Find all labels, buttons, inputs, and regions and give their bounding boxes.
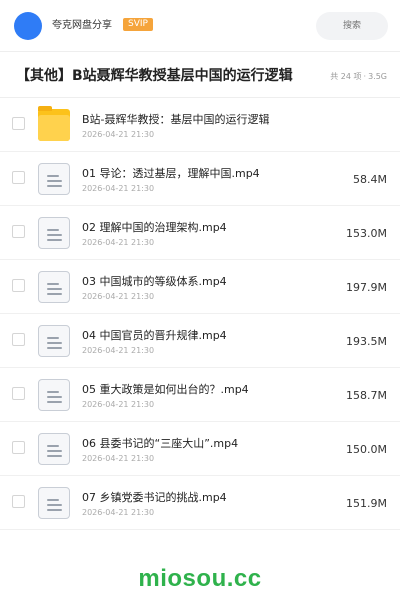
file-date: 2026-04-21 21:30 — [82, 292, 155, 301]
file-date: 2026-04-21 21:30 — [82, 238, 155, 247]
share-meta: 共 24 项 · 3.5G — [330, 71, 387, 83]
meta-separator: · — [363, 72, 367, 81]
file-date: 2026-04-21 21:30 — [82, 400, 155, 409]
list-item[interactable]: 07 乡镇党委书记的挑战.mp4 2026-04-21 21:30 151.9M — [0, 476, 400, 530]
row-checkbox[interactable] — [12, 171, 25, 184]
footer: miosou.cc — [0, 560, 400, 600]
list-item[interactable]: 04 中国官员的晋升规律.mp4 2026-04-21 21:30 193.5M — [0, 314, 400, 368]
file-date: 2026-04-21 21:30 — [82, 508, 155, 517]
document-icon — [38, 433, 70, 465]
file-name: 07 乡镇党委书记的挑战.mp4 — [82, 491, 227, 504]
item-count: 共 24 项 — [330, 72, 362, 81]
row-checkbox[interactable] — [12, 117, 25, 130]
list-item[interactable]: 02 理解中国的治理架构.mp4 2026-04-21 21:30 153.0M — [0, 206, 400, 260]
list-item[interactable]: 06 县委书记的“三座大山”.mp4 2026-04-21 21:30 150.… — [0, 422, 400, 476]
file-name: 03 中国城市的等级体系.mp4 — [82, 275, 227, 288]
total-size: 3.5G — [368, 72, 387, 81]
user-name[interactable]: 夸克网盘分享 — [52, 19, 112, 33]
file-date: 2026-04-21 21:30 — [82, 184, 155, 193]
avatar[interactable] — [14, 12, 42, 40]
row-checkbox[interactable] — [12, 225, 25, 238]
watermark: miosou.cc — [138, 565, 262, 592]
folder-icon — [38, 106, 70, 141]
document-icon — [38, 487, 70, 519]
file-name: 06 县委书记的“三座大山”.mp4 — [82, 437, 239, 450]
file-size: 150.0M — [346, 443, 387, 456]
file-name: B站-聂辉华教授：基层中国的运行逻辑 — [82, 113, 270, 126]
document-icon — [38, 217, 70, 249]
search-input[interactable] — [316, 12, 388, 40]
row-checkbox[interactable] — [12, 279, 25, 292]
file-size: 193.5M — [346, 335, 387, 348]
file-name: 01 导论：透过基层，理解中国.mp4 — [82, 167, 260, 180]
page-title: 【其他】B站聂辉华教授基层中国的运行逻辑 — [16, 68, 293, 84]
file-name: 02 理解中国的治理架构.mp4 — [82, 221, 227, 234]
share-title-bar: 【其他】B站聂辉华教授基层中国的运行逻辑 共 24 项 · 3.5G — [0, 58, 400, 98]
file-date: 2026-04-21 21:30 — [82, 346, 155, 355]
row-checkbox[interactable] — [12, 333, 25, 346]
document-icon — [38, 379, 70, 411]
app-header: 夸克网盘分享 SVIP — [0, 0, 400, 52]
file-size: 197.9M — [346, 281, 387, 294]
file-size: 151.9M — [346, 497, 387, 510]
file-date: 2026-04-21 21:30 — [82, 130, 155, 139]
document-icon — [38, 163, 70, 195]
row-checkbox[interactable] — [12, 441, 25, 454]
file-name: 04 中国官员的晋升规律.mp4 — [82, 329, 227, 342]
file-size: 58.4M — [353, 173, 387, 186]
file-size: 158.7M — [346, 389, 387, 402]
list-item[interactable]: 05 重大政策是如何出台的？.mp4 2026-04-21 21:30 158.… — [0, 368, 400, 422]
file-list: B站-聂辉华教授：基层中国的运行逻辑 2026-04-21 21:30 01 导… — [0, 98, 400, 530]
list-item[interactable]: B站-聂辉华教授：基层中国的运行逻辑 2026-04-21 21:30 — [0, 98, 400, 152]
file-name: 05 重大政策是如何出台的？.mp4 — [82, 383, 249, 396]
document-icon — [38, 271, 70, 303]
document-icon — [38, 325, 70, 357]
list-item[interactable]: 03 中国城市的等级体系.mp4 2026-04-21 21:30 197.9M — [0, 260, 400, 314]
svip-badge: SVIP — [123, 18, 153, 31]
row-checkbox[interactable] — [12, 387, 25, 400]
row-checkbox[interactable] — [12, 495, 25, 508]
file-size: 153.0M — [346, 227, 387, 240]
file-date: 2026-04-21 21:30 — [82, 454, 155, 463]
list-item[interactable]: 01 导论：透过基层，理解中国.mp4 2026-04-21 21:30 58.… — [0, 152, 400, 206]
